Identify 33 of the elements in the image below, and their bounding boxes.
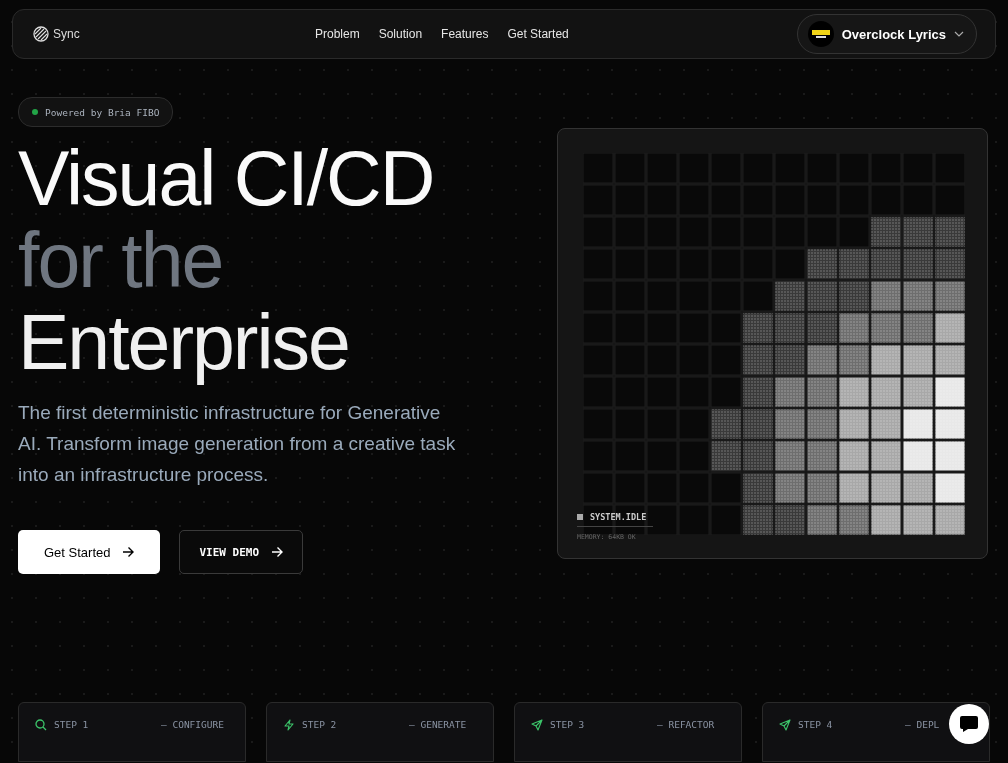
arrow-right-icon (122, 546, 135, 558)
logo-text: Sync (53, 27, 80, 41)
account-menu[interactable]: Overclock Lyrics (796, 14, 977, 54)
chat-icon (959, 715, 979, 733)
badge-text: Powered by Bria FIBO (45, 106, 160, 118)
hero-description: The first deterministic infrastructure for Generative AI. Transform image generation from a creative task into an infrastructure process. (18, 401, 457, 487)
step-title: — DEPL (905, 719, 940, 730)
step-label: STEP 3 (550, 719, 585, 730)
nav-link[interactable]: Solution (378, 27, 423, 41)
headline-line: Visual CI/CD (18, 137, 435, 219)
nav-link[interactable]: Get Started (507, 27, 569, 41)
step-title: — REFACTOR (657, 719, 715, 730)
get-started-button[interactable]: Get Started (18, 530, 161, 574)
status-text: SYSTEM.IDLE (590, 512, 647, 522)
lightning-icon (283, 719, 295, 731)
chevron-down-icon (954, 31, 964, 37)
headline-line: for the (18, 219, 224, 301)
logo-icon (33, 26, 49, 42)
avatar-logo-icon (807, 21, 834, 47)
step-label: STEP 2 (302, 719, 337, 730)
paper-plane-icon (779, 719, 791, 731)
nav-link[interactable]: Problem (315, 27, 360, 41)
nav-link[interactable]: Features (441, 27, 489, 41)
view-demo-button[interactable]: VIEW DEMO (179, 530, 304, 574)
status-square-icon (577, 514, 583, 520)
paper-plane-icon (531, 719, 543, 731)
step-title: — GENERATE (409, 719, 467, 730)
step-label: STEP 4 (798, 719, 833, 730)
step-label: STEP 1 (54, 719, 89, 730)
headline-line: Enterprise (18, 301, 350, 383)
step-title: — CONFIGURE (161, 719, 224, 730)
search-icon (35, 719, 47, 731)
arrow-right-icon (271, 546, 284, 558)
